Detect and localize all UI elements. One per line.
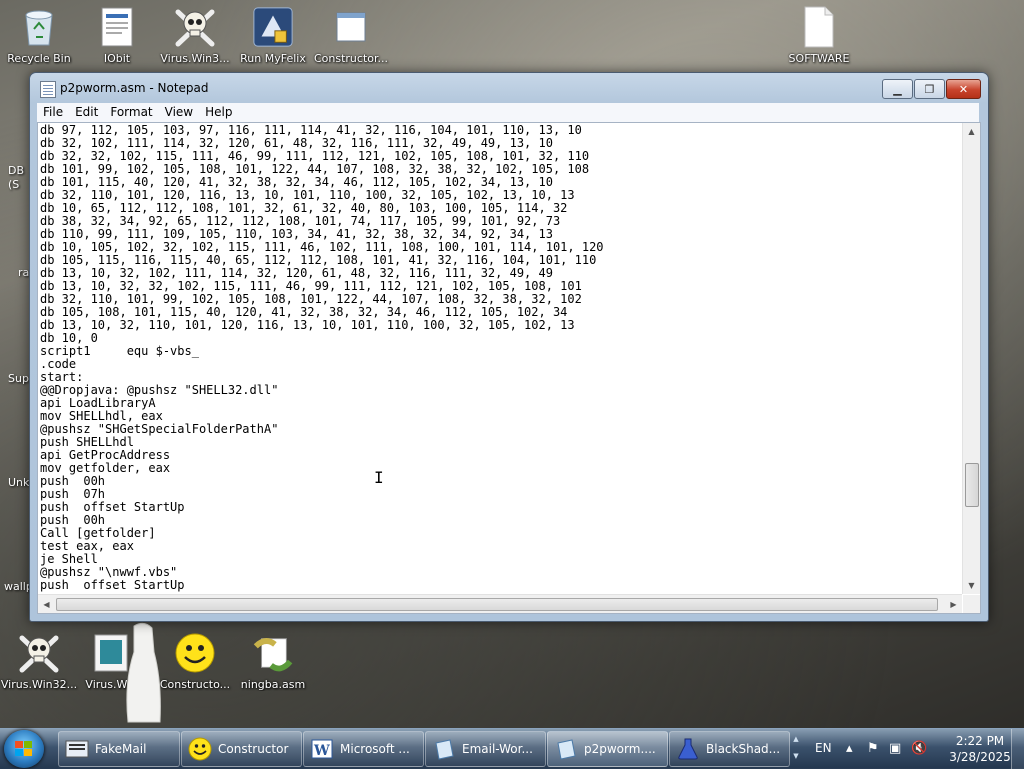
window-icon xyxy=(330,6,372,48)
code-line: push offset StartUp xyxy=(40,500,185,514)
menu-bar: File Edit Format View Help xyxy=(37,103,979,122)
menu-format[interactable]: Format xyxy=(104,103,158,119)
clock[interactable]: 2:22 PM 3/28/2025 xyxy=(945,733,1015,765)
code-line: push SHELLhdl xyxy=(40,435,134,449)
code-line: @@Dropjava: @pushsz "SHELL32.dll" xyxy=(40,383,279,397)
window-title: p2pworm.asm - Notepad xyxy=(60,81,209,95)
minimize-icon: ▁ xyxy=(893,82,902,96)
vertical-scroll-thumb[interactable] xyxy=(965,463,979,507)
notepad-icon xyxy=(432,737,456,761)
text-cursor-icon: I xyxy=(374,468,384,487)
code-line: je Shell xyxy=(40,552,98,566)
skull-icon xyxy=(18,632,60,674)
desktop-icon-virus-win3[interactable]: Virus.Win3... xyxy=(154,6,236,65)
taskbar: FakeMail Constructor W Microsoft ... Ema… xyxy=(0,728,1024,769)
scroll-right-arrow-icon[interactable]: ▶ xyxy=(945,595,962,613)
menu-edit[interactable]: Edit xyxy=(69,103,104,119)
close-button[interactable]: ✕ xyxy=(946,79,981,99)
notepad-icon xyxy=(40,81,56,98)
code-line: push 00h xyxy=(40,474,106,488)
shortcut-app-icon xyxy=(252,6,294,48)
code-text[interactable]: db 97, 112, 105, 103, 97, 116, 111, 114,… xyxy=(40,124,960,594)
action-center-flag-icon[interactable]: ⚑ xyxy=(867,741,879,756)
smiley-icon xyxy=(174,632,216,674)
show-hidden-icons-icon[interactable]: ▴ xyxy=(846,741,853,756)
notepad-window: p2pworm.asm - Notepad ▁ ❐ ✕ File Edit Form… xyxy=(29,72,989,622)
code-line: Call [getfolder] xyxy=(40,526,156,540)
svg-text:W: W xyxy=(313,743,330,759)
scroll-up-arrow-icon[interactable]: ▲ xyxy=(963,123,980,140)
show-desktop-button[interactable] xyxy=(1011,729,1024,769)
fakemail-icon xyxy=(65,737,89,761)
desktop-icon-iobit[interactable]: IObit xyxy=(76,6,158,65)
taskbar-button-fakemail[interactable]: FakeMail xyxy=(58,731,180,767)
code-line: script1 equ $-vbs_ xyxy=(40,344,199,358)
text-editor-area[interactable]: db 97, 112, 105, 103, 97, 116, 111, 114,… xyxy=(37,122,981,614)
taskbar-button-microsoft-word[interactable]: W Microsoft ... xyxy=(303,731,424,767)
desktop-icon-recycle-bin[interactable]: Recycle Bin xyxy=(0,6,80,65)
skull-icon xyxy=(174,6,216,48)
horizontal-scrollbar[interactable]: ◀ ▶ xyxy=(38,594,962,613)
volume-muted-icon[interactable]: 🔇 xyxy=(911,741,927,756)
code-line: @pushsz "SHGetSpecialFolderPathA" xyxy=(40,422,279,436)
network-icon[interactable]: ▣ xyxy=(889,741,901,756)
scroll-down-arrow-icon[interactable]: ▼ xyxy=(963,577,980,594)
smiley-icon xyxy=(188,737,212,761)
code-line: db 13, 10, 32, 110, 101, 120, 116, 13, 1… xyxy=(40,318,575,332)
code-line: push 00h xyxy=(40,513,106,527)
minimize-button[interactable]: ▁ xyxy=(882,79,913,99)
scroll-left-arrow-icon[interactable]: ◀ xyxy=(38,595,55,613)
flask-icon xyxy=(676,737,700,761)
maximize-button[interactable]: ❐ xyxy=(914,79,945,99)
start-button[interactable] xyxy=(4,730,44,768)
word-icon: W xyxy=(310,737,334,761)
resize-grip-icon[interactable] xyxy=(963,595,980,613)
clock-date: 3/28/2025 xyxy=(949,750,1011,764)
code-line: api GetProcAddress xyxy=(40,448,171,462)
taskbar-button-constructor[interactable]: Constructor xyxy=(181,731,302,767)
horizontal-scroll-thumb[interactable] xyxy=(56,598,938,611)
asm-file-icon xyxy=(252,632,294,674)
title-bar[interactable]: p2pworm.asm - Notepad ▁ ❐ ✕ xyxy=(30,73,988,103)
statue-decoration xyxy=(116,622,172,728)
clock-time: 2:22 PM xyxy=(955,734,1005,748)
taskbar-button-blackshades[interactable]: BlackShad... xyxy=(669,731,790,767)
windows-logo-icon xyxy=(15,741,32,756)
close-icon: ✕ xyxy=(958,82,969,96)
document-icon xyxy=(96,6,138,48)
menu-help[interactable]: Help xyxy=(199,103,238,119)
restore-icon: ❐ xyxy=(924,82,935,96)
system-tray: ▲ ▼ EN ▴ ⚑ ▣ 🔇 2:22 PM 3/28/2025 xyxy=(793,729,1024,769)
taskbar-scroll-control[interactable]: ▲ ▼ xyxy=(791,731,801,765)
desktop-icon-software[interactable]: SOFTWARE xyxy=(778,6,860,65)
desktop-icon-constructor[interactable]: Constructor... xyxy=(310,6,392,65)
vertical-scrollbar[interactable]: ▲ ▼ xyxy=(962,123,980,594)
code-line: test eax, eax xyxy=(40,539,134,553)
menu-file[interactable]: File xyxy=(37,103,69,119)
file-icon xyxy=(798,6,840,48)
taskbar-button-p2pworm[interactable]: p2pworm.... xyxy=(547,731,668,767)
recycle-bin-icon xyxy=(18,6,60,48)
notepad-icon xyxy=(554,737,578,761)
desktop-icon-run-myfelix[interactable]: Run MyFelix xyxy=(232,6,314,65)
desktop-icon-ningba-asm[interactable]: ningba.asm xyxy=(232,632,314,691)
code-line: mov getfolder, eax xyxy=(40,461,171,475)
code-line: .code xyxy=(40,357,77,371)
taskbar-button-email-worm[interactable]: Email-Wor... xyxy=(425,731,546,767)
menu-view[interactable]: View xyxy=(159,103,199,119)
code-line: api LoadLibraryA xyxy=(40,396,156,410)
desktop-icon-virus-win32[interactable]: Virus.Win32... xyxy=(0,632,80,691)
code-line: push offset StartUp xyxy=(40,578,185,592)
language-indicator[interactable]: EN xyxy=(815,741,832,755)
